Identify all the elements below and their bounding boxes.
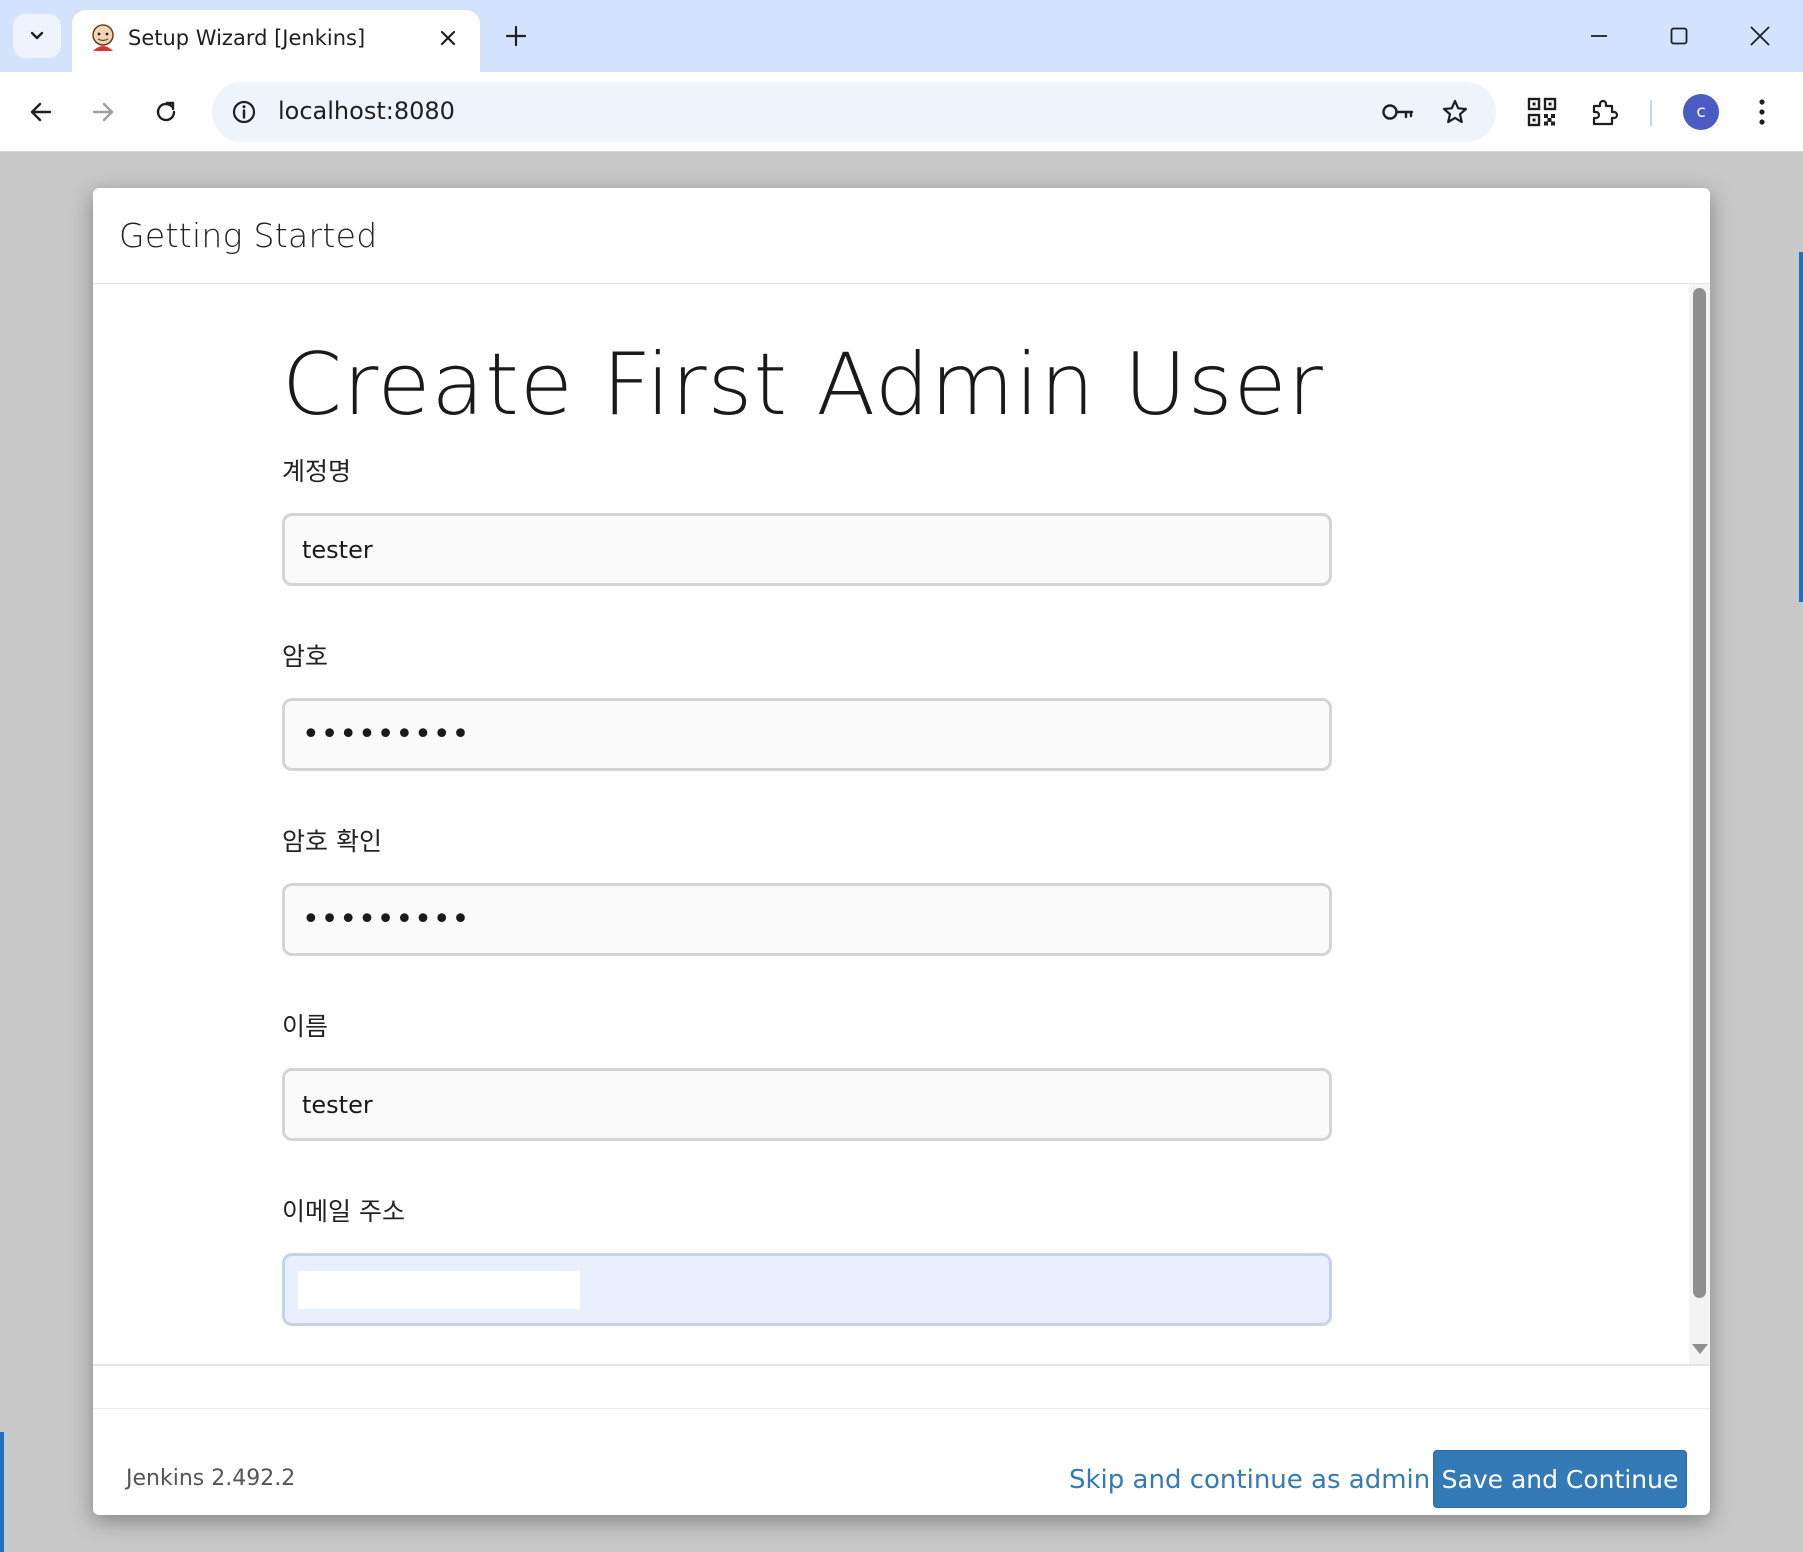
browser-tabstrip: Setup Wizard [Jenkins] xyxy=(0,0,1803,72)
key-icon xyxy=(1382,104,1414,120)
new-tab-button[interactable] xyxy=(496,16,536,56)
save-and-continue-button[interactable]: Save and Continue xyxy=(1433,1450,1687,1508)
full-name-label: 이름 xyxy=(282,1012,329,1042)
username-input[interactable] xyxy=(282,513,1332,587)
left-edge-accent xyxy=(0,1432,4,1552)
info-icon xyxy=(232,100,256,124)
jenkins-favicon-icon xyxy=(92,24,114,51)
scrollbar-thumb[interactable] xyxy=(1693,288,1706,1298)
tab-search-button[interactable] xyxy=(13,14,61,58)
email-field-wrapper xyxy=(282,1253,1332,1327)
profile-avatar[interactable]: c xyxy=(1683,94,1719,130)
bookmark-button[interactable] xyxy=(1437,94,1473,130)
address-bar[interactable]: localhost:8080 xyxy=(212,82,1496,142)
minimize-button[interactable] xyxy=(1571,12,1627,60)
dialog-scrollbar[interactable] xyxy=(1689,284,1710,1364)
password-label: 암호 xyxy=(282,642,329,672)
maximize-button[interactable] xyxy=(1651,12,1707,60)
autofill-highlight xyxy=(298,1271,580,1310)
close-icon xyxy=(1750,26,1770,46)
window-close-button[interactable] xyxy=(1732,12,1788,60)
maximize-icon xyxy=(1670,27,1688,45)
reload-icon xyxy=(156,101,176,122)
password-input[interactable] xyxy=(282,698,1332,772)
username-label: 계정명 xyxy=(282,457,352,487)
setup-wizard-dialog: Getting Started Create First Admin User … xyxy=(93,188,1710,1515)
skip-continue-as-admin-button[interactable]: Skip and continue as admin xyxy=(1069,1453,1430,1507)
site-info-button[interactable] xyxy=(226,94,262,130)
star-icon xyxy=(1442,99,1468,124)
reload-button[interactable] xyxy=(142,88,190,136)
browser-tab-active[interactable]: Setup Wizard [Jenkins] xyxy=(72,10,480,72)
forward-button[interactable] xyxy=(79,88,127,136)
plus-icon xyxy=(505,25,527,47)
dialog-footer: Jenkins 2.492.2 Skip and continue as adm… xyxy=(93,1364,1710,1515)
arrow-left-icon xyxy=(30,102,52,122)
jenkins-version: Jenkins 2.492.2 xyxy=(126,1466,296,1491)
arrow-right-icon xyxy=(92,102,114,122)
dialog-body[interactable]: Create First Admin User 계정명 암호 암호 확인 이름 … xyxy=(93,284,1710,1364)
dialog-header-title: Getting Started xyxy=(119,216,378,255)
minimize-icon xyxy=(1591,35,1607,37)
qr-code-icon xyxy=(1527,97,1557,127)
email-label: 이메일 주소 xyxy=(282,1197,405,1227)
tab-close-button[interactable] xyxy=(434,24,462,52)
page-title: Create First Admin User xyxy=(282,335,1324,435)
more-vertical-icon xyxy=(1759,99,1765,125)
dialog-header: Getting Started xyxy=(93,188,1710,284)
qr-code-button[interactable] xyxy=(1518,88,1566,136)
extensions-button[interactable] xyxy=(1581,88,1629,136)
chevron-down-icon xyxy=(30,31,44,40)
password-manager-button[interactable] xyxy=(1380,94,1416,130)
back-button[interactable] xyxy=(17,88,65,136)
browser-menu-button[interactable] xyxy=(1738,88,1786,136)
browser-toolbar: localhost:8080 c xyxy=(0,72,1803,152)
confirm-password-label: 암호 확인 xyxy=(282,827,382,857)
url-text[interactable]: localhost:8080 xyxy=(278,97,455,125)
right-edge-accent xyxy=(1799,252,1803,602)
tab-title: Setup Wizard [Jenkins] xyxy=(128,26,366,50)
puzzle-icon xyxy=(1592,99,1619,126)
scroll-down-arrow-icon[interactable] xyxy=(1692,1344,1708,1354)
full-name-input[interactable] xyxy=(282,1068,1332,1142)
toolbar-divider xyxy=(1650,100,1652,126)
admin-user-form: Create First Admin User 계정명 암호 암호 확인 이름 … xyxy=(282,334,1332,1364)
footer-divider xyxy=(93,1408,1710,1409)
close-icon xyxy=(440,30,456,46)
confirm-password-input[interactable] xyxy=(282,883,1332,957)
